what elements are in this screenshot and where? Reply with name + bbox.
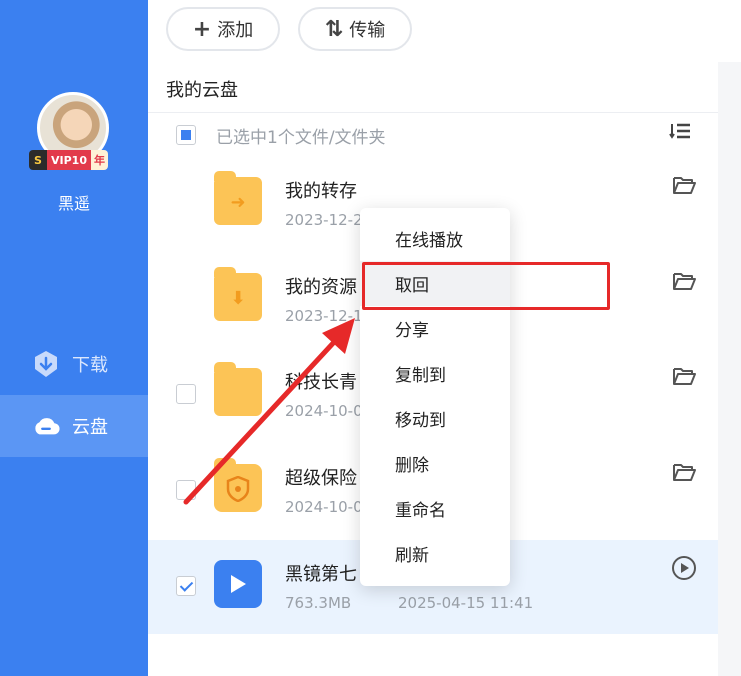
safe-folder-icon xyxy=(214,458,262,512)
file-date: 2024-10-0 xyxy=(285,498,363,516)
file-date: 2025-04-15 11:41 xyxy=(398,594,534,612)
row-checkbox[interactable] xyxy=(176,384,196,404)
file-date: 2023-12-1 xyxy=(285,307,363,325)
breadcrumb[interactable]: 我的云盘 xyxy=(166,76,238,102)
folder-icon xyxy=(214,362,262,416)
file-date: 2024-10-0 xyxy=(285,402,363,420)
menu-item-delete[interactable]: 删除 xyxy=(360,441,510,486)
vip-badge[interactable]: S VIP10 年 xyxy=(29,150,108,170)
file-size: 763.3MB xyxy=(285,594,352,612)
open-folder-icon[interactable] xyxy=(670,267,698,295)
nav-item-download[interactable]: 下载 xyxy=(0,333,148,395)
menu-item-share[interactable]: 分享 xyxy=(360,306,510,351)
video-file-icon xyxy=(214,560,262,608)
vip-year-label: 年 xyxy=(90,150,108,170)
menu-item-move-to[interactable]: 移动到 xyxy=(360,396,510,441)
select-all-checkbox[interactable] xyxy=(176,125,196,145)
nav-item-cloud[interactable]: 云盘 xyxy=(0,395,148,457)
file-date: 2023-12-2 xyxy=(285,211,363,229)
folder-transfer-icon: ➜ xyxy=(214,171,262,225)
plus-icon: + xyxy=(192,16,212,42)
vip-s-icon: S xyxy=(29,150,47,170)
scrollbar[interactable] xyxy=(718,62,741,676)
selection-count: 已选中1个文件/文件夹 xyxy=(216,128,386,148)
open-folder-icon[interactable] xyxy=(670,458,698,486)
nav-item-label: 云盘 xyxy=(72,417,108,438)
menu-item-rename[interactable]: 重命名 xyxy=(360,486,510,531)
sort-icon[interactable] xyxy=(669,121,691,145)
menu-item-play-online[interactable]: 在线播放 xyxy=(360,216,510,261)
transfer-button-label: 传输 xyxy=(349,20,386,41)
transfer-button[interactable]: ⇅ 传输 xyxy=(298,7,412,51)
transfer-arrows-icon: ⇅ xyxy=(324,16,344,42)
file-name: 科技长青 xyxy=(285,372,357,393)
file-name: 我的资源 xyxy=(285,277,357,298)
selection-header: 已选中1个文件/文件夹 xyxy=(148,113,718,157)
vip-level-label: VIP10 xyxy=(47,150,91,170)
file-name: 我的转存 xyxy=(285,181,357,202)
row-checkbox[interactable] xyxy=(176,480,196,500)
username: 黑遥 xyxy=(57,194,90,213)
add-button-label: 添加 xyxy=(217,20,254,41)
sidebar: S VIP10 年 黑遥 下载 云盘 xyxy=(0,0,148,676)
download-shield-icon xyxy=(32,350,60,378)
add-button[interactable]: + 添加 xyxy=(166,7,280,51)
open-folder-icon[interactable] xyxy=(670,362,698,390)
play-circle-icon[interactable] xyxy=(670,554,698,582)
row-checkbox-checked[interactable] xyxy=(176,576,196,596)
menu-item-copy-to[interactable]: 复制到 xyxy=(360,351,510,396)
cloud-icon xyxy=(32,412,60,440)
file-name: 黑镜第七 xyxy=(285,564,357,585)
file-name: 超级保险 xyxy=(285,468,357,489)
nav-item-label: 下载 xyxy=(72,355,108,376)
open-folder-icon[interactable] xyxy=(670,171,698,199)
menu-item-refresh[interactable]: 刷新 xyxy=(360,531,510,576)
annotation-highlight-box xyxy=(362,262,610,310)
folder-download-icon: ⬇ xyxy=(214,267,262,321)
